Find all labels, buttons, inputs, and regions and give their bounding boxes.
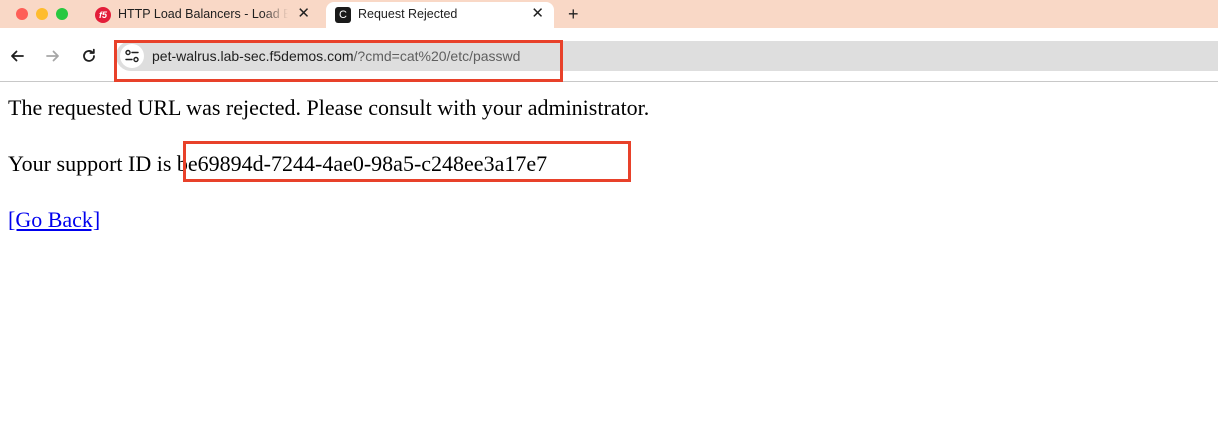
go-back-line: [Go Back] xyxy=(8,207,100,233)
url-highlight-box xyxy=(114,40,563,82)
tab-strip: f5 HTTP Load Balancers - Load Balancers … xyxy=(0,0,1218,28)
support-id-label: Your support ID is xyxy=(8,151,172,176)
support-id-highlight-box xyxy=(183,141,631,182)
go-back-link[interactable]: [Go Back] xyxy=(8,207,100,232)
c-square-icon: C xyxy=(335,7,351,23)
window-minimize-button[interactable] xyxy=(36,8,48,20)
c-logo-text: C xyxy=(339,9,347,21)
tab-request-rejected[interactable]: C Request Rejected ✕ xyxy=(326,2,554,28)
window-zoom-button[interactable] xyxy=(56,8,68,20)
f5-logo-text: f5 xyxy=(98,10,107,20)
tab-close-icon[interactable]: ✕ xyxy=(297,5,310,23)
tab-title: HTTP Load Balancers - Load Balancers xyxy=(118,7,288,21)
tab-http-load-balancers[interactable]: f5 HTTP Load Balancers - Load Balancers … xyxy=(86,2,320,28)
window-close-button[interactable] xyxy=(16,8,28,20)
rejection-message: The requested URL was rejected. Please c… xyxy=(8,95,650,120)
reload-icon[interactable] xyxy=(80,47,98,65)
tab-close-icon[interactable]: ✕ xyxy=(531,5,544,23)
arrow-right-icon[interactable] xyxy=(44,47,62,65)
tab-title: Request Rejected xyxy=(358,7,458,21)
arrow-left-icon[interactable] xyxy=(8,47,26,65)
f5-logo-icon: f5 xyxy=(95,7,111,23)
new-tab-button[interactable]: + xyxy=(568,4,579,24)
